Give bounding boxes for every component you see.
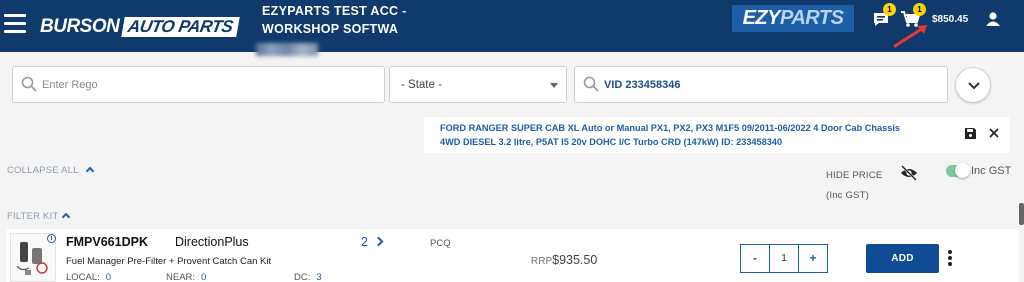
stock-near-value: 0 <box>201 272 207 282</box>
vehicle-line-2: 4WD DIESEL 3.2 litre, P5AT I5 20v DOHC I… <box>440 137 783 147</box>
vehicle-line-1: FORD RANGER SUPER CAB XL Auto or Manual … <box>440 123 901 133</box>
stock-dc-label: DC: <box>294 272 311 282</box>
info-icon[interactable]: i <box>47 234 56 243</box>
hamburger-menu-icon[interactable] <box>4 14 26 34</box>
ezy-logo-part-2: PARTS <box>779 7 844 29</box>
account-line-2: WORKSHOP SOFTWA <box>262 22 399 36</box>
chevron-right-icon <box>373 236 384 247</box>
stock-near-label: NEAR: <box>166 272 196 282</box>
logo-suffix-text: AUTO PARTS <box>121 17 240 37</box>
chevron-up-icon <box>85 166 94 176</box>
cart-badge: 1 <box>913 3 926 16</box>
message-icon[interactable]: 1 <box>871 3 896 29</box>
stock-dc-value: 3 <box>316 272 322 282</box>
rrp-label: RRP <box>531 256 553 267</box>
inc-gst-subtext: (Inc GST) <box>826 190 869 201</box>
annotation-arrow <box>893 22 933 50</box>
expand-search-button[interactable] <box>955 67 991 103</box>
toggle-knob <box>955 163 970 178</box>
quantity-decrement-button[interactable]: - <box>740 244 770 273</box>
state-select[interactable]: - State - <box>389 66 567 103</box>
category-name: FILTER KIT <box>7 211 59 222</box>
account-name: EZYPARTS TEST ACC - WORKSHOP SOFTWA <box>256 2 407 57</box>
top-header: BURSON AUTO PARTS EZYPARTS TEST ACC - WO… <box>0 0 1024 57</box>
ezy-logo-part-1: EZY <box>742 7 781 29</box>
product-count: 2 <box>361 235 368 249</box>
stock-local-value: 0 <box>105 272 112 282</box>
category-header[interactable]: FILTER KIT <box>7 211 71 222</box>
rrp-value: $935.50 <box>552 253 598 267</box>
pcq-label: PCQ <box>430 238 451 249</box>
cart-total[interactable]: $850.45 <box>932 14 968 25</box>
quantity-input[interactable]: 1 <box>770 244 798 273</box>
collapse-all-toggle[interactable]: COLLAPSE ALL <box>7 165 94 176</box>
stock-local: LOCAL: 0 <box>66 272 111 282</box>
user-icon[interactable] <box>985 11 1001 27</box>
chevron-down-icon <box>968 82 980 90</box>
close-icon[interactable] <box>988 127 1000 139</box>
message-badge: 1 <box>883 3 896 16</box>
quantity-increment-button[interactable]: + <box>798 244 828 273</box>
product-count-link[interactable]: 2 <box>361 235 384 249</box>
vehicle-description[interactable]: FORD RANGER SUPER CAB XL Auto or Manual … <box>440 121 960 149</box>
rrp-price: RRP$935.50 <box>531 253 597 267</box>
product-description: Fuel Manager Pre-Filter + Provent Catch … <box>66 256 272 267</box>
stock-local-label: LOCAL: <box>66 272 100 282</box>
ezyparts-logo[interactable]: EZY PARTS <box>732 5 854 32</box>
burson-logo[interactable]: BURSON AUTO PARTS <box>40 16 240 38</box>
product-brand: DirectionPlus <box>175 235 249 249</box>
inc-gst-label: Inc GST <box>971 165 1012 177</box>
search-icon <box>21 76 37 92</box>
state-value: - State - <box>401 79 442 91</box>
rego-input[interactable]: Enter Rego <box>12 66 385 103</box>
hide-price-text: HIDE PRICE <box>826 170 883 181</box>
inc-gst-toggle[interactable] <box>946 163 970 178</box>
product-row: i FMPV661DPK DirectionPlus Fuel Manager … <box>7 229 1019 282</box>
collapse-all-label: COLLAPSE ALL <box>7 165 79 176</box>
add-to-cart-button[interactable]: ADD <box>866 244 939 273</box>
product-code[interactable]: FMPV661DPK <box>66 235 148 249</box>
selected-vehicle-banner: FORD RANGER SUPER CAB XL Auto or Manual … <box>424 117 1009 153</box>
stock-near: NEAR: 0 <box>166 272 206 282</box>
search-icon <box>583 76 599 92</box>
hide-price-label: HIDE PRICE (Inc GST) <box>826 166 882 206</box>
vid-value: VID 233458346 <box>604 79 681 91</box>
logo-brand-text: BURSON <box>40 16 120 37</box>
scrollbar-thumb[interactable] <box>1019 203 1024 225</box>
stock-dc: DC: 3 <box>294 272 322 282</box>
rego-placeholder: Enter Rego <box>42 79 98 91</box>
eye-slash-icon[interactable] <box>900 165 918 181</box>
chevron-up-icon <box>62 212 71 222</box>
vid-search-input[interactable]: VID 233458346 <box>574 66 948 103</box>
quantity-stepper: - 1 + <box>740 244 828 273</box>
save-icon[interactable] <box>965 128 976 139</box>
account-line-1: EZYPARTS TEST ACC - <box>262 4 407 18</box>
more-options-icon[interactable] <box>948 250 952 268</box>
dropdown-caret-icon <box>550 83 558 88</box>
redacted-text <box>256 43 318 57</box>
